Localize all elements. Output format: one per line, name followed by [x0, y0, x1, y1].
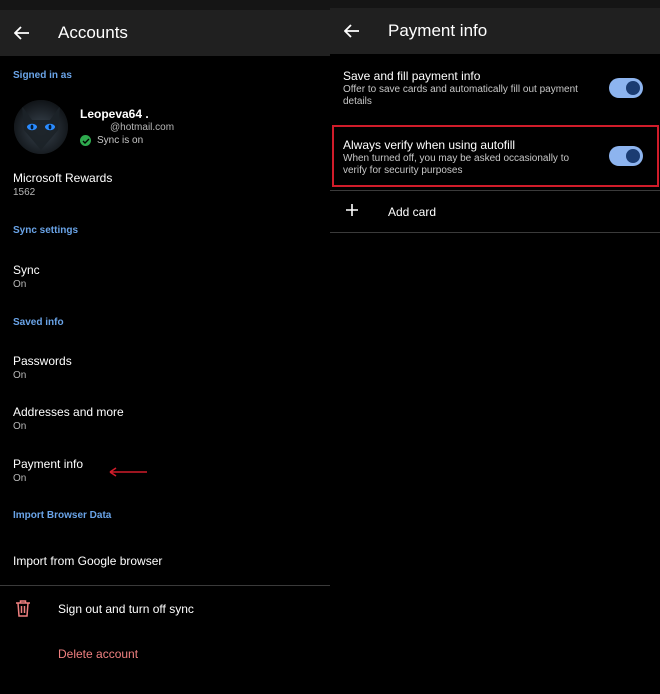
add-card-button[interactable]: Add card [388, 205, 436, 219]
divider [330, 190, 660, 191]
save-fill-setting[interactable]: Save and fill payment info Offer to save… [330, 62, 660, 120]
payment-info-item[interactable]: Payment info [13, 457, 83, 471]
check-circle-icon [80, 135, 91, 146]
save-fill-title: Save and fill payment info [343, 69, 481, 83]
import-browser-data-label: Import Browser Data [13, 510, 112, 521]
toggle-knob [626, 81, 640, 95]
saved-info-label: Saved info [13, 317, 64, 328]
save-fill-toggle[interactable] [609, 78, 643, 98]
sync-status: Sync is on [80, 135, 143, 146]
profile-name: Leopeva64 . [80, 107, 149, 121]
toggle-knob [626, 149, 640, 163]
always-verify-toggle[interactable] [609, 146, 643, 166]
avatar-image [14, 100, 68, 154]
delete-account-button[interactable]: Delete account [58, 647, 138, 661]
rewards-item[interactable]: Microsoft Rewards [13, 171, 112, 185]
addresses-value: On [13, 421, 27, 432]
page-title: Payment info [388, 21, 488, 40]
back-button[interactable] [0, 10, 44, 56]
accounts-panel: Accounts Signed in as Leopeva64 . @hotma… [0, 0, 330, 694]
plus-icon [346, 204, 358, 216]
passwords-value: On [13, 370, 27, 381]
back-arrow-icon [14, 26, 29, 40]
save-fill-description: Offer to save cards and automatically fi… [343, 84, 578, 107]
back-arrow-icon [344, 24, 359, 38]
page-title: Accounts [58, 23, 128, 42]
status-strip [0, 0, 330, 10]
payment-app-bar: Payment info [330, 8, 660, 54]
rewards-points: 1562 [13, 187, 36, 198]
sync-settings-label: Sync settings [13, 225, 79, 236]
always-verify-description: When turned off, you may be asked occasi… [343, 153, 570, 176]
addresses-item[interactable]: Addresses and more [13, 405, 124, 419]
accounts-app-bar: Accounts [0, 10, 330, 56]
always-verify-title: Always verify when using autofill [343, 138, 516, 152]
back-button[interactable] [330, 8, 374, 54]
payment-info-panel: Payment info Save and fill payment info … [330, 0, 660, 694]
annotation-arrow-icon [109, 467, 147, 477]
import-google-item[interactable]: Import from Google browser [13, 554, 162, 568]
always-verify-setting[interactable]: Always verify when using autofill When t… [330, 127, 660, 185]
status-strip [330, 0, 660, 8]
profile-email: @hotmail.com [110, 122, 175, 133]
trash-icon [16, 600, 30, 617]
payment-info-value: On [13, 473, 27, 484]
passwords-item[interactable]: Passwords [13, 354, 72, 368]
sync-value: On [13, 279, 27, 290]
divider [0, 585, 330, 586]
divider [330, 232, 660, 233]
sync-item[interactable]: Sync [13, 263, 40, 277]
signed-in-label: Signed in as [13, 70, 72, 81]
sync-status-text: Sync is on [97, 135, 144, 146]
avatar[interactable] [14, 100, 68, 154]
sign-out-button[interactable]: Sign out and turn off sync [58, 602, 194, 616]
